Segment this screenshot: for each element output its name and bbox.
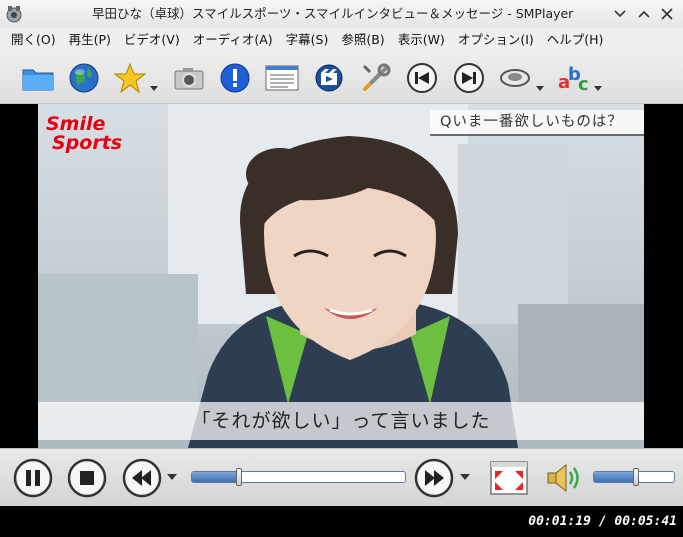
info-icon xyxy=(220,63,250,93)
menu-options[interactable]: オプション(I) xyxy=(451,28,540,52)
menu-audio[interactable]: オーディオ(A) xyxy=(186,28,279,52)
mute-button[interactable] xyxy=(542,458,582,498)
subtitle-track-dropdown-icon[interactable] xyxy=(594,86,602,92)
screenshot-button[interactable] xyxy=(171,60,207,96)
subtitle-caption: 「それが欲しい」って言いました xyxy=(38,402,644,440)
menu-browse[interactable]: 参照(B) xyxy=(334,28,390,52)
audio-track-button[interactable] xyxy=(497,60,533,96)
seek-slider[interactable] xyxy=(191,468,406,486)
next-icon xyxy=(454,63,484,93)
time-display: 00:01:19 / 00:05:41 xyxy=(528,514,677,529)
preferences-button[interactable] xyxy=(358,60,394,96)
subtitle-track-button[interactable]: a b c xyxy=(556,60,592,96)
pause-icon xyxy=(26,470,31,486)
audio-track-dropdown-icon[interactable] xyxy=(536,86,544,92)
video-scene xyxy=(38,104,644,448)
rewind-button[interactable] xyxy=(122,458,162,498)
menu-subtitles[interactable]: 字幕(S) xyxy=(279,28,335,52)
speaker-icon xyxy=(547,472,557,484)
open-url-icon xyxy=(69,63,99,93)
svg-text:c: c xyxy=(578,74,589,94)
media-preferences-icon xyxy=(315,64,343,92)
minimize-button[interactable] xyxy=(610,4,630,24)
forward-button[interactable] xyxy=(414,458,454,498)
favorites-button[interactable] xyxy=(112,60,148,96)
preferences-icon xyxy=(362,63,391,91)
stop-icon xyxy=(80,471,94,485)
playlist-icon xyxy=(265,65,299,91)
title-bar: 早田ひな（卓球）スマイルスポーツ・スマイルインタビュー＆メッセージ - SMPl… xyxy=(0,0,683,28)
volume-slider[interactable] xyxy=(593,468,675,486)
screenshot-icon xyxy=(174,68,204,90)
next-button[interactable] xyxy=(451,60,487,96)
open-url-button[interactable] xyxy=(66,60,102,96)
main-toolbar: a b c xyxy=(0,52,683,104)
video-frame: Smile Sports Qいま一番欲しいものは？ 「それが欲しい」って言いまし… xyxy=(38,104,644,448)
window-title: 早田ひな（卓球）スマイルスポーツ・スマイルインタビュー＆メッセージ - SMPl… xyxy=(92,6,574,21)
smile-sports-logo-line1: Smile xyxy=(46,113,106,135)
subtitle-track-icon: a b c xyxy=(558,64,589,94)
question-caption: Qいま一番欲しいものは？ xyxy=(430,110,644,136)
close-icon xyxy=(661,8,673,20)
menu-view[interactable]: 表示(W) xyxy=(391,28,451,52)
menu-help[interactable]: ヘルプ(H) xyxy=(540,28,610,52)
seek-slider-fill xyxy=(192,472,239,482)
smplayer-app-icon[interactable] xyxy=(4,4,24,24)
audio-track-icon xyxy=(500,69,530,87)
open-file-button[interactable] xyxy=(20,60,56,96)
rewind-dropdown-icon[interactable] xyxy=(167,474,177,481)
control-bar xyxy=(0,448,683,506)
menu-bar: 開く(O) 再生(P) ビデオ(V) オーディオ(A) 字幕(S) 参照(B) … xyxy=(0,28,683,52)
status-bar: 00:01:19 / 00:05:41 xyxy=(0,506,683,537)
chevron-up-icon xyxy=(638,10,650,18)
playlist-button[interactable] xyxy=(264,60,300,96)
chevron-down-icon xyxy=(614,10,626,18)
stop-button[interactable] xyxy=(67,458,107,498)
volume-slider-handle[interactable] xyxy=(633,468,639,486)
smile-sports-logo-line2: Sports xyxy=(52,132,123,154)
maximize-button[interactable] xyxy=(634,4,654,24)
pause-button[interactable] xyxy=(13,458,53,498)
volume-slider-fill xyxy=(594,472,636,482)
previous-button[interactable] xyxy=(404,60,440,96)
forward-dropdown-icon[interactable] xyxy=(460,474,470,481)
seek-slider-handle[interactable] xyxy=(236,468,242,486)
video-area[interactable]: Smile Sports Qいま一番欲しいものは？ 「それが欲しい」って言いまし… xyxy=(0,104,683,448)
previous-icon xyxy=(407,63,437,93)
fullscreen-button[interactable] xyxy=(489,458,529,498)
close-button[interactable] xyxy=(657,4,677,24)
menu-video[interactable]: ビデオ(V) xyxy=(117,28,186,52)
menu-open[interactable]: 開く(O) xyxy=(4,28,62,52)
favorites-dropdown-icon[interactable] xyxy=(150,86,158,92)
menu-play[interactable]: 再生(P) xyxy=(62,28,117,52)
open-folder-icon xyxy=(22,69,54,91)
favorites-icon xyxy=(114,62,146,94)
video-preferences-button[interactable] xyxy=(311,60,347,96)
media-info-button[interactable] xyxy=(217,60,253,96)
